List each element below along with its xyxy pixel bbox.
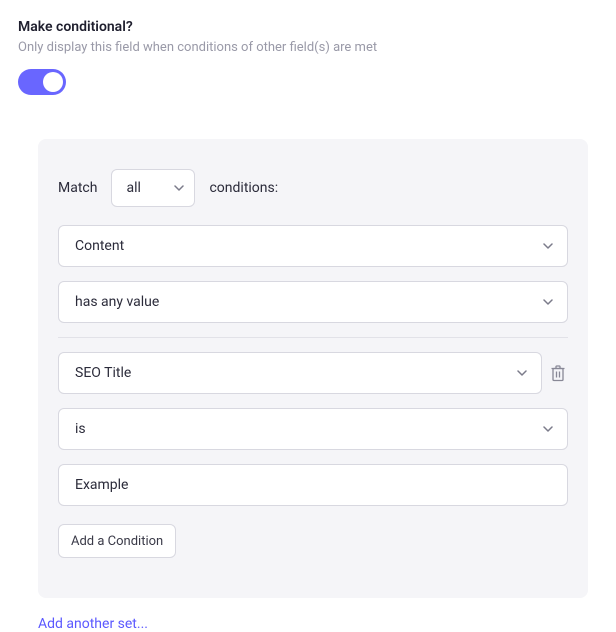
match-mode-value: all bbox=[126, 180, 140, 196]
condition-value-text: Example bbox=[75, 477, 128, 493]
condition-operator-select[interactable]: has any value bbox=[58, 281, 568, 323]
toggle-knob bbox=[43, 72, 63, 92]
conditions-panel: Match all conditions: Content bbox=[38, 139, 588, 598]
condition-field-value: SEO Title bbox=[75, 365, 131, 381]
condition-field-row: SEO Title bbox=[58, 352, 568, 394]
chevron-down-icon bbox=[517, 368, 527, 378]
page-subtitle: Only display this field when conditions … bbox=[18, 40, 598, 55]
condition-block: SEO Title is bbox=[58, 352, 568, 506]
trash-icon[interactable] bbox=[550, 364, 568, 382]
condition-operator-value: is bbox=[75, 421, 86, 437]
condition-operator-select[interactable]: is bbox=[58, 408, 568, 450]
match-prefix: Match bbox=[58, 180, 97, 196]
page-title: Make conditional? bbox=[18, 18, 598, 36]
conditional-toggle[interactable] bbox=[18, 69, 66, 95]
condition-operator-value: has any value bbox=[75, 294, 159, 310]
add-condition-label: Add a Condition bbox=[71, 534, 163, 549]
condition-operator-row: is bbox=[58, 408, 568, 450]
condition-block: Content has any value bbox=[58, 225, 568, 323]
match-suffix: conditions: bbox=[209, 180, 278, 196]
condition-field-value: Content bbox=[75, 238, 124, 254]
chevron-down-icon bbox=[543, 297, 553, 307]
condition-field-select[interactable]: Content bbox=[58, 225, 568, 267]
chevron-down-icon bbox=[543, 424, 553, 434]
add-another-set-link[interactable]: Add another set... bbox=[38, 616, 598, 632]
add-condition-button[interactable]: Add a Condition bbox=[58, 524, 176, 558]
condition-field-row: Content bbox=[58, 225, 568, 267]
match-mode-select[interactable]: all bbox=[111, 169, 195, 207]
condition-value-input[interactable]: Example bbox=[58, 464, 568, 506]
condition-divider: SEO Title is bbox=[58, 337, 568, 558]
condition-field-select[interactable]: SEO Title bbox=[58, 352, 542, 394]
condition-operator-row: has any value bbox=[58, 281, 568, 323]
chevron-down-icon bbox=[174, 183, 184, 193]
condition-value-row: Example bbox=[58, 464, 568, 506]
match-row: Match all conditions: bbox=[58, 169, 568, 207]
chevron-down-icon bbox=[543, 241, 553, 251]
